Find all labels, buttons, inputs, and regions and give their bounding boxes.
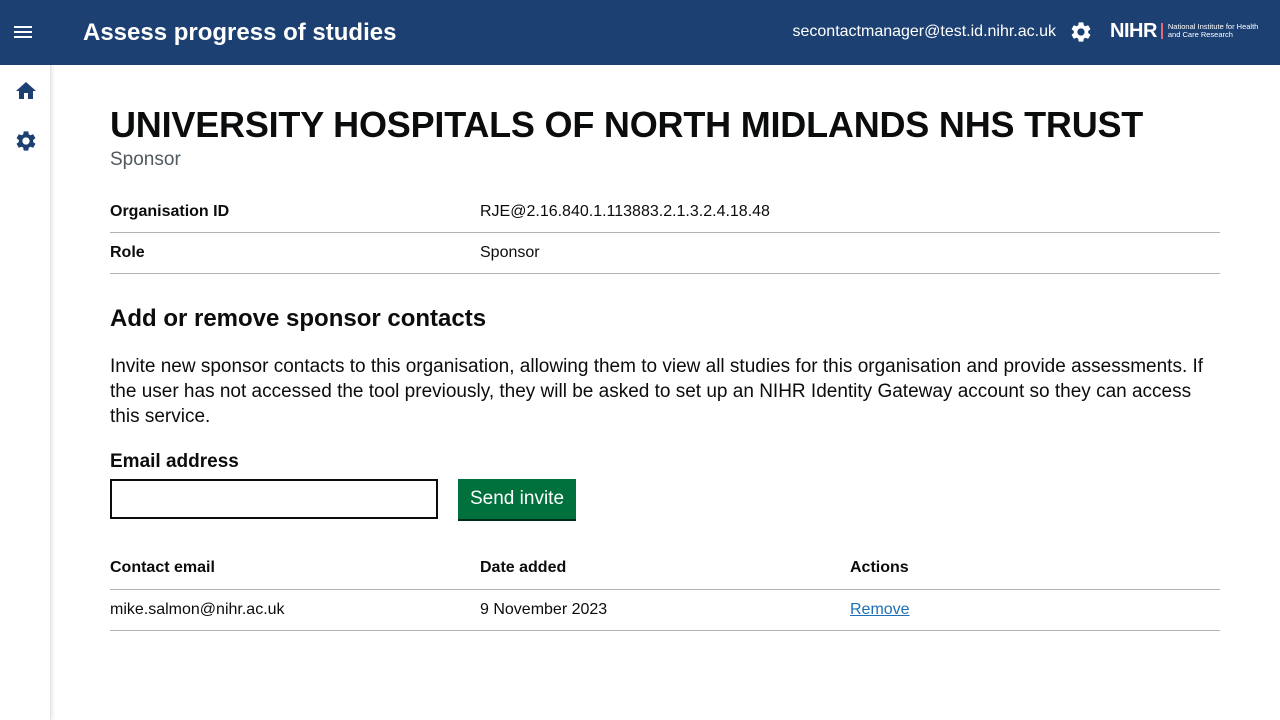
summary-list: Organisation ID RJE@2.16.840.1.113883.2.… bbox=[110, 192, 1220, 274]
gear-icon[interactable] bbox=[14, 129, 38, 153]
top-header: Assess progress of studies secontactmana… bbox=[0, 0, 1280, 65]
home-icon[interactable] bbox=[14, 79, 38, 103]
contact-email-cell: mike.salmon@nihr.ac.uk bbox=[110, 589, 480, 631]
logo-divider bbox=[1160, 23, 1163, 39]
date-added-cell: 9 November 2023 bbox=[480, 589, 850, 631]
nihr-logo[interactable]: NIHR National Institute for Health and C… bbox=[1110, 19, 1263, 43]
actions-cell: Remove bbox=[850, 589, 1220, 631]
summary-key: Role bbox=[110, 244, 145, 261]
email-label: Email address bbox=[110, 451, 239, 472]
org-header: UNIVERSITY HOSPITALS OF NORTH MIDLANDS N… bbox=[110, 100, 1220, 172]
column-header-date-added: Date added bbox=[480, 548, 850, 590]
summary-value: Sponsor bbox=[480, 244, 540, 261]
contacts-table: Contact email Date added Actions mike.sa… bbox=[110, 548, 1220, 631]
table-header-row: Contact email Date added Actions bbox=[110, 548, 1220, 590]
section-heading: Add or remove sponsor contacts bbox=[110, 305, 487, 332]
table-row: mike.salmon@nihr.ac.uk 9 November 2023 R… bbox=[110, 589, 1220, 631]
summary-row-organisation-id: Organisation ID RJE@2.16.840.1.113883.2.… bbox=[110, 192, 1220, 233]
user-email: secontactmanager@test.id.nihr.ac.uk bbox=[792, 23, 1057, 40]
logo-text: NIHR bbox=[1110, 19, 1157, 42]
summary-key: Organisation ID bbox=[110, 203, 230, 220]
logo-subtext: National Institute for Health and Care R… bbox=[1167, 21, 1259, 39]
column-header-actions: Actions bbox=[850, 548, 1220, 590]
send-invite-button[interactable]: Send invite bbox=[458, 479, 577, 519]
page-title: UNIVERSITY HOSPITALS OF NORTH MIDLANDS N… bbox=[110, 104, 1144, 145]
menu-icon[interactable] bbox=[14, 22, 40, 44]
sidebar bbox=[0, 65, 51, 720]
org-caption: Sponsor bbox=[110, 149, 181, 170]
summary-value: RJE@2.16.840.1.113883.2.1.3.2.4.18.48 bbox=[480, 203, 770, 220]
app-title[interactable]: Assess progress of studies bbox=[83, 18, 396, 48]
email-field[interactable] bbox=[110, 479, 438, 519]
summary-row-role: Role Sponsor bbox=[110, 233, 1220, 274]
remove-link[interactable]: Remove bbox=[850, 601, 910, 618]
section-description: Invite new sponsor contacts to this orga… bbox=[110, 356, 1204, 427]
column-header-contact-email: Contact email bbox=[110, 548, 480, 590]
gear-icon[interactable] bbox=[1069, 20, 1093, 44]
